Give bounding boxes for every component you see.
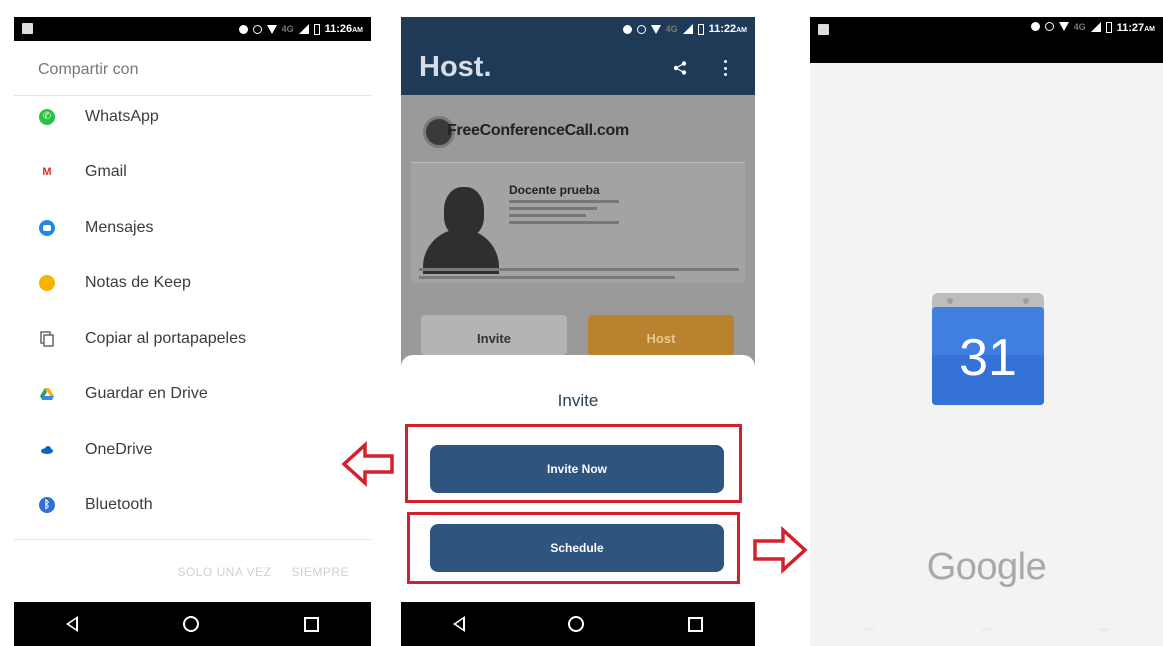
do-not-disturb-icon — [1030, 22, 1040, 31]
alarm-icon — [1044, 22, 1054, 31]
alarm-icon — [636, 24, 646, 34]
onedrive-icon — [39, 442, 55, 458]
share-item-whatsapp[interactable]: ✆ WhatsApp — [14, 89, 371, 145]
status-time: 11:26AM — [324, 23, 363, 35]
wifi-icon — [1058, 22, 1069, 31]
share-item-label: Notas de Keep — [85, 274, 191, 292]
battery-icon — [313, 23, 320, 35]
share-sheet-title: Compartir con — [38, 61, 139, 78]
status-bar: 4G 11:26AM — [14, 17, 371, 41]
share-screen: 4G 11:26AM Compartir con ✆ WhatsApp M Gm… — [14, 17, 371, 646]
calendar-splash-screen: 4G 11:27AM 31 Google — [810, 17, 1163, 646]
gallery-notification-icon — [818, 24, 829, 35]
navigation-bar — [810, 628, 1163, 638]
recent-apps-icon[interactable] — [303, 616, 319, 632]
home-icon[interactable] — [568, 616, 585, 632]
share-item-drive[interactable]: Guardar en Drive — [14, 367, 371, 423]
invite-tab-button[interactable]: Invite — [421, 315, 567, 355]
do-not-disturb-icon — [622, 24, 632, 34]
alarm-icon — [252, 24, 262, 34]
share-item-mensajes[interactable]: Mensajes — [14, 200, 371, 256]
navigation-bar — [14, 602, 371, 646]
profile-details — [509, 200, 619, 228]
status-bar: 4G 11:27AM — [810, 17, 1163, 63]
share-item-gmail[interactable]: M Gmail — [14, 145, 371, 201]
home-icon[interactable] — [182, 616, 199, 632]
drive-icon — [39, 386, 55, 402]
google-calendar-icon: 31 — [932, 293, 1044, 405]
back-icon[interactable] — [66, 616, 79, 632]
bluetooth-icon: ᛒ — [39, 497, 55, 514]
google-wordmark: Google — [926, 546, 1047, 588]
app-bar: Host. — [401, 41, 755, 95]
signal-icon — [1090, 22, 1101, 32]
share-item-label: Mensajes — [85, 218, 154, 236]
signal-icon — [298, 24, 309, 34]
brand-logo: FreeConferenceCall.com — [447, 122, 629, 139]
battery-icon — [697, 23, 704, 35]
whatsapp-icon: ✆ — [39, 108, 55, 125]
schedule-highlight — [407, 512, 740, 584]
arrow-left-icon — [341, 441, 394, 487]
status-bar: 4G 11:22AM — [401, 17, 755, 41]
share-actions: SOLO UNA VEZ SIEMPRE — [177, 565, 349, 579]
share-item-keep[interactable]: Notas de Keep — [14, 256, 371, 312]
share-item-label: WhatsApp — [85, 107, 159, 125]
back-icon[interactable] — [452, 616, 465, 632]
share-item-label: Copiar al portapapeles — [85, 329, 246, 347]
keep-icon — [39, 275, 55, 292]
gallery-notification-icon — [22, 23, 33, 34]
arrow-right-icon — [753, 526, 808, 574]
recent-apps-icon[interactable] — [688, 616, 704, 632]
do-not-disturb-icon — [238, 24, 248, 34]
battery-icon — [1105, 22, 1112, 33]
host-tab-button[interactable]: Host — [588, 315, 734, 355]
gmail-icon: M — [42, 166, 52, 179]
network-type: 4G — [1073, 22, 1086, 32]
signal-icon — [682, 24, 693, 34]
share-item-onedrive[interactable]: OneDrive — [14, 422, 371, 478]
status-time: 11:22AM — [708, 23, 747, 35]
wifi-icon — [650, 24, 661, 34]
share-target-list: ✆ WhatsApp M Gmail Mensajes Notas de Kee… — [14, 89, 371, 533]
more-options-icon[interactable] — [724, 60, 728, 76]
description-text — [419, 268, 739, 284]
share-item-label: OneDrive — [85, 440, 153, 458]
sheet-title: Invite — [557, 391, 599, 410]
status-time: 11:27AM — [1116, 22, 1155, 34]
navigation-bar — [401, 602, 755, 646]
app-title: Host. — [419, 51, 492, 83]
calendar-day: 31 — [959, 329, 1017, 387]
network-type: 4G — [665, 24, 678, 34]
copy-icon — [39, 331, 55, 347]
wifi-icon — [266, 24, 277, 34]
invite-now-highlight — [405, 424, 742, 503]
share-item-label: Bluetooth — [85, 496, 153, 514]
network-type: 4G — [281, 24, 294, 34]
share-item-bluetooth[interactable]: ᛒ Bluetooth — [14, 478, 371, 534]
share-icon[interactable] — [673, 61, 687, 75]
divider — [14, 539, 371, 540]
profile-name: Docente prueba — [509, 183, 600, 197]
share-item-label: Guardar en Drive — [85, 385, 208, 403]
share-item-label: Gmail — [85, 163, 127, 181]
messages-icon — [39, 219, 55, 236]
just-once-button[interactable]: SOLO UNA VEZ — [177, 565, 271, 579]
always-button[interactable]: SIEMPRE — [291, 565, 349, 579]
share-item-copy[interactable]: Copiar al portapapeles — [14, 311, 371, 367]
